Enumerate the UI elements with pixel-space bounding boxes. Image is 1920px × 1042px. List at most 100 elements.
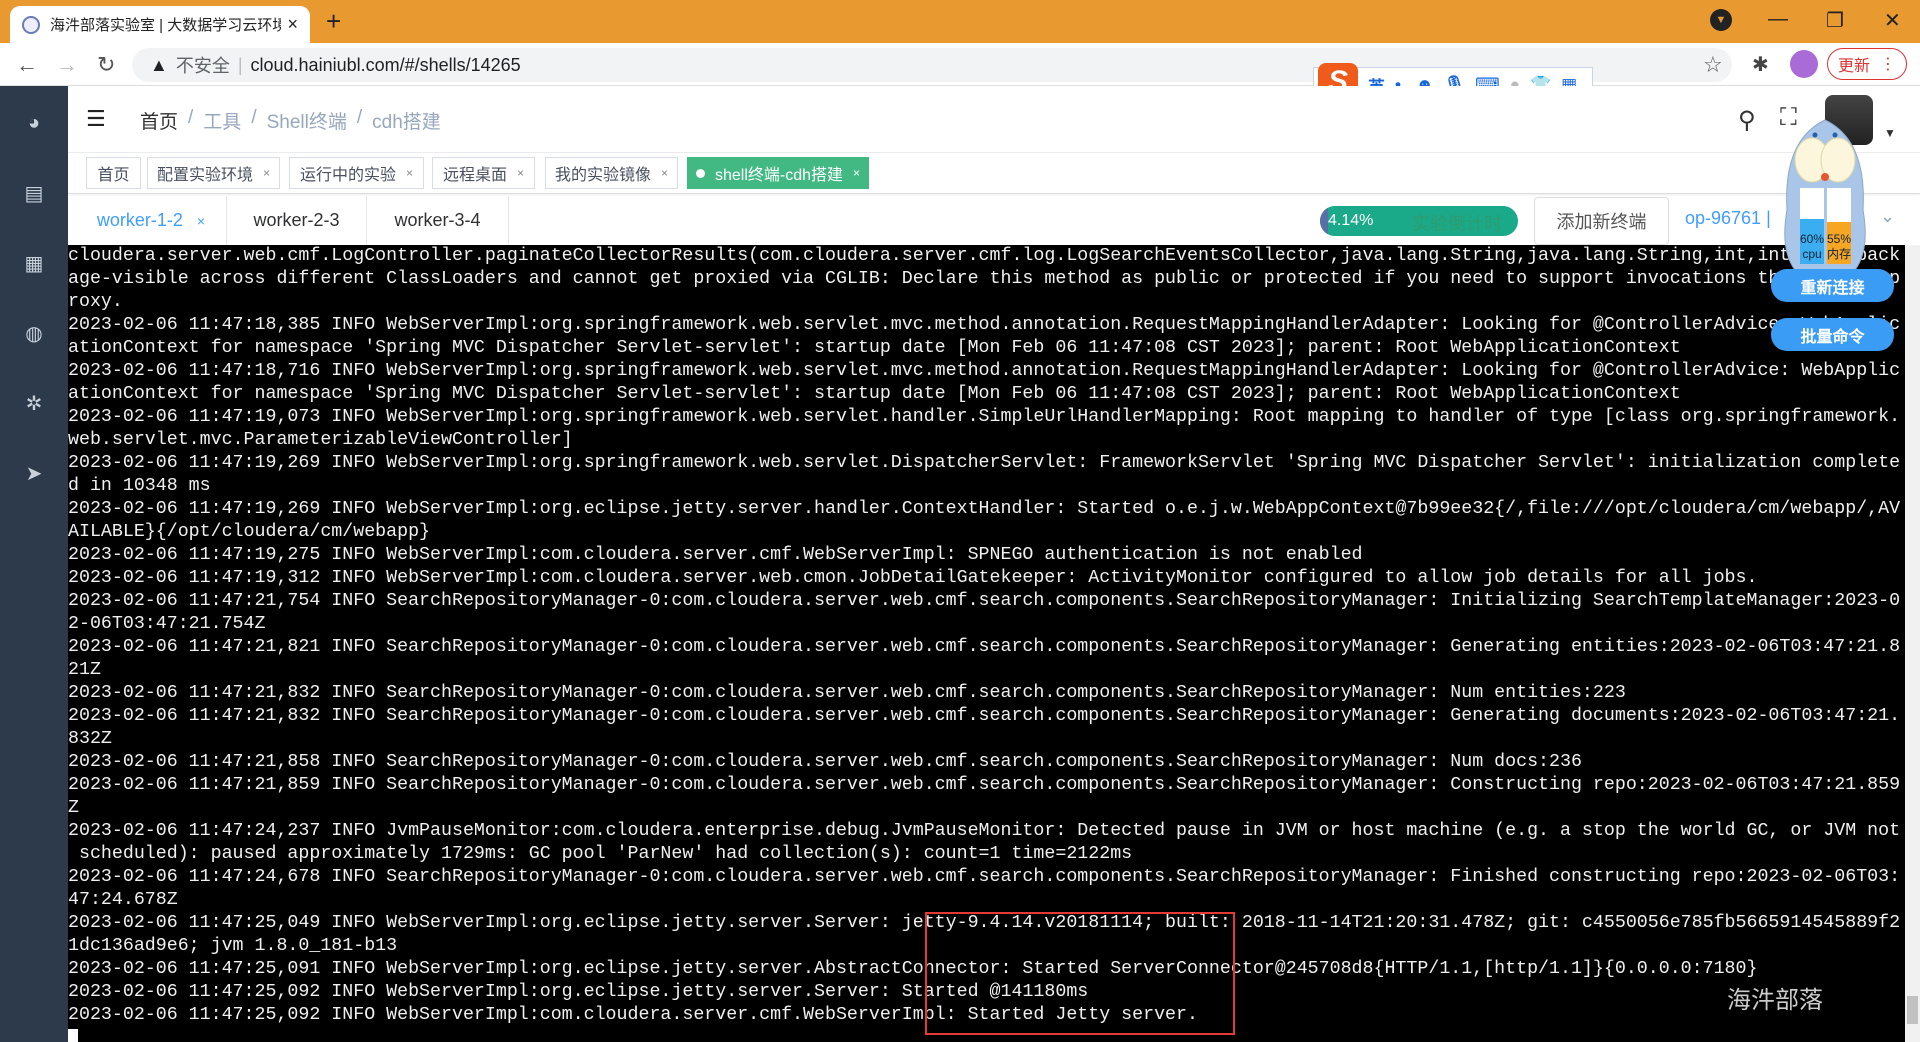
minimize-icon[interactable]: —	[1768, 8, 1788, 31]
profile-avatar[interactable]	[1790, 50, 1818, 78]
terminal-line: 2023-02-06 11:47:19,275 INFO WebServerIm…	[68, 545, 1363, 565]
site-favicon-icon	[22, 15, 40, 34]
reconnect-button[interactable]: 重新连接	[1771, 269, 1894, 302]
terminal-line: 2023-02-06 11:47:19,073 INFO WebServerIm…	[68, 407, 1901, 427]
mascot-body-icon	[1784, 119, 1866, 271]
dashboard-icon[interactable]: ◕	[22, 112, 46, 136]
new-tab-button[interactable]: +	[326, 6, 341, 37]
add-terminal-button[interactable]: 添加新终端	[1534, 197, 1669, 245]
maximize-icon[interactable]: ❐	[1826, 8, 1844, 33]
tab-worker-1-2[interactable]: worker-1-2 ×	[76, 196, 227, 245]
tag-label: 我的实验镜像	[554, 167, 651, 184]
breadcrumb-item: cdh搭建	[372, 112, 441, 133]
warning-icon: ▲	[150, 54, 168, 75]
active-dot-icon	[695, 168, 705, 178]
tag-config-env[interactable]: 配置实验环境 ×	[147, 157, 280, 189]
terminal-line: d in 10348 ms	[68, 476, 211, 496]
forward-icon[interactable]: →	[56, 52, 78, 78]
url-text: cloud.hainiubl.com/#/shells/14265	[250, 54, 521, 75]
breadcrumb-item[interactable]: Shell终端	[267, 107, 347, 134]
tag-label: 运行中的实验	[299, 167, 396, 184]
countdown-progress: 4.14% 实验倒计时	[1320, 206, 1518, 236]
extensions-icon[interactable]: ✱	[1752, 52, 1769, 77]
document-icon[interactable]: ▤	[22, 181, 46, 205]
divider: |	[237, 54, 243, 75]
terminal-line: 2023-02-06 11:47:24,678 INFO SearchRepos…	[68, 867, 1901, 887]
memory-label: 内存	[1827, 247, 1851, 261]
terminal-line: 2023-02-06 11:47:24,237 INFO JvmPauseMon…	[68, 821, 1901, 841]
terminal-cursor	[68, 1029, 78, 1042]
terminal-line: 2023-02-06 11:47:19,312 INFO WebServerIm…	[68, 568, 1758, 588]
terminal-line: 2023-02-06 11:47:21,821 INFO SearchRepos…	[68, 637, 1901, 657]
support-icon[interactable]: ✲	[22, 391, 46, 415]
terminal-line: 2-06T03:47:21.754Z	[68, 614, 266, 634]
grid-icon[interactable]: ▦	[22, 251, 46, 275]
terminal-output: cloudera.server.web.cmf.LogController.pa…	[68, 245, 1900, 1027]
progress-fill	[1320, 206, 1329, 236]
mascot-monitor[interactable]: 60% cpu 55% 内存	[1775, 100, 1875, 275]
breadcrumb: 首页 / 工具 / Shell终端 / cdh搭建	[140, 107, 441, 134]
tab-search-icon[interactable]: ▼	[1710, 9, 1732, 31]
update-button[interactable]: 更新 ⋮	[1827, 48, 1907, 80]
tag-home[interactable]: 首页	[86, 157, 141, 189]
cpu-percent: 60%	[1800, 232, 1824, 246]
sidebar	[0, 86, 68, 1042]
terminal-line: ationContext for namespace 'Spring MVC D…	[68, 384, 1681, 404]
tag-running[interactable]: 运行中的实验 ×	[289, 157, 424, 189]
operation-id: op-96761 |	[1685, 208, 1771, 228]
memory-percent: 55%	[1827, 232, 1851, 246]
search-icon[interactable]: ⚲	[1738, 106, 1756, 135]
progress-label: 实验倒计时	[1412, 214, 1502, 234]
tag-remote-desktop[interactable]: 远程桌面 ×	[432, 157, 535, 189]
insecure-label: 不安全	[175, 56, 230, 76]
menu-toggle-icon[interactable]: ☰	[86, 106, 106, 132]
cpu-label: cpu	[1802, 247, 1821, 261]
terminal-line: 2023-02-06 11:47:19,269 INFO WebServerIm…	[68, 453, 1901, 473]
back-icon[interactable]: ←	[16, 52, 38, 78]
browser-tab[interactable]: 海汼部落实验室 | 大数据学习云环境 ×	[10, 6, 310, 43]
terminal-line: ationContext for namespace 'Spring MVC D…	[68, 338, 1681, 358]
breadcrumb-item[interactable]: 工具	[203, 107, 241, 134]
terminal-line: 2023-02-06 11:47:21,832 INFO SearchRepos…	[68, 683, 1626, 703]
terminal-line: 2023-02-06 11:47:18,716 INFO WebServerIm…	[68, 361, 1901, 381]
terminal-line: web.servlet.mvc.ParameterizableViewContr…	[68, 430, 573, 450]
chevron-down-icon[interactable]: ⌄	[1880, 206, 1895, 227]
globe-icon[interactable]: ◍	[22, 321, 46, 345]
terminal-line: 2023-02-06 11:47:21,859 INFO SearchRepos…	[68, 775, 1901, 795]
close-icon[interactable]: ×	[517, 166, 524, 180]
tag-shell-cdh[interactable]: shell终端-cdh搭建 ×	[687, 157, 869, 189]
tab-worker-3-4[interactable]: worker-3-4	[367, 196, 509, 245]
bookmark-star-icon[interactable]: ☆	[1703, 52, 1723, 78]
caret-down-icon[interactable]: ▼	[1884, 126, 1896, 140]
tag-my-images[interactable]: 我的实验镜像 ×	[545, 157, 678, 189]
close-tab-icon[interactable]: ×	[287, 14, 298, 35]
terminal-line: age-visible across different ClassLoader…	[68, 269, 1901, 289]
reload-icon[interactable]: ↻	[97, 52, 115, 78]
progress-percent: 4.14%	[1328, 212, 1374, 229]
terminal-line: 2023-02-06 11:47:21,754 INFO SearchRepos…	[68, 591, 1901, 611]
terminal-line: 2023-02-06 11:47:19,269 INFO WebServerIm…	[68, 499, 1901, 519]
tag-label: 配置实验环境	[156, 167, 253, 184]
browser-tab-title: 海汼部落实验室 | 大数据学习云环境	[50, 17, 282, 34]
batch-command-button[interactable]: 批量命令	[1771, 318, 1894, 351]
mascot-nose-icon	[1821, 173, 1829, 181]
close-icon[interactable]: ×	[661, 166, 668, 180]
tab-worker-2-3[interactable]: worker-2-3	[227, 196, 367, 245]
tab-label: worker-3-4	[394, 210, 481, 230]
scrollbar-thumb[interactable]	[1907, 996, 1918, 1024]
tab-label: worker-2-3	[253, 210, 340, 230]
breadcrumb-item[interactable]: 首页	[140, 107, 178, 134]
more-menu-icon[interactable]: ⋮	[1880, 54, 1896, 74]
close-window-icon[interactable]: ✕	[1884, 8, 1901, 33]
watermark: 海汼部落	[1727, 986, 1823, 1014]
close-icon[interactable]: ×	[853, 166, 860, 180]
close-icon[interactable]: ×	[197, 213, 205, 229]
send-icon[interactable]: ➤	[22, 461, 46, 485]
terminal-line: Z	[68, 798, 79, 818]
terminal-line: 2023-02-06 11:47:18,385 INFO WebServerIm…	[68, 315, 1901, 335]
close-icon[interactable]: ×	[406, 166, 413, 180]
terminal-line: 2023-02-06 11:47:21,832 INFO SearchRepos…	[68, 706, 1901, 726]
terminal-line: AILABLE}{/opt/cloudera/cm/webapp}	[68, 522, 431, 542]
terminal-scrollbar[interactable]	[1905, 245, 1920, 1042]
close-icon[interactable]: ×	[263, 166, 270, 180]
